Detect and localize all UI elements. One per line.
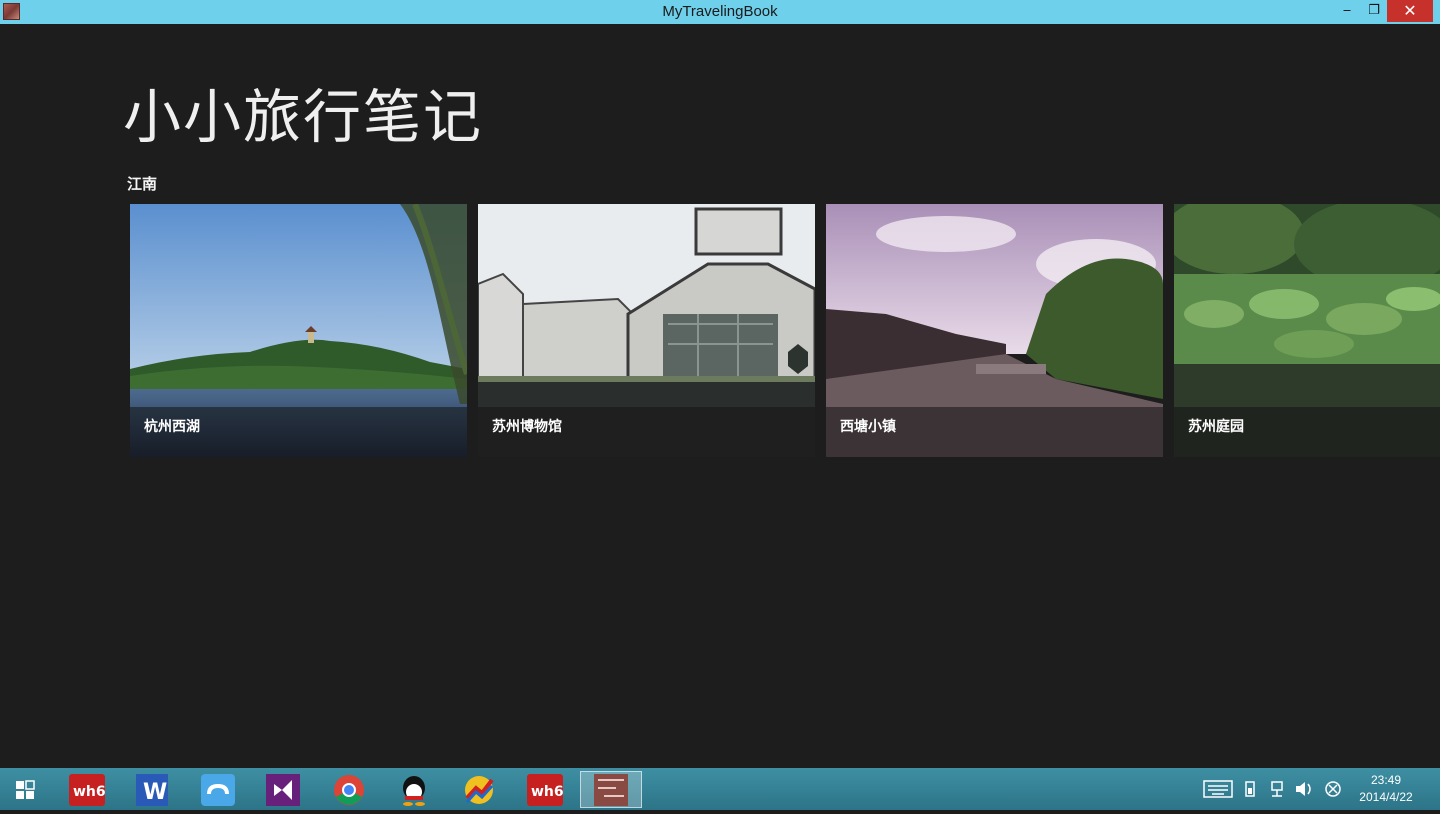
svg-text:wh6: wh6 [73,784,105,800]
battery-icon[interactable] [1245,781,1255,797]
my-traveling-book-icon [594,773,628,806]
minimize-button[interactable]: ‒ [1334,0,1360,22]
chrome-icon [334,774,364,805]
tile-caption: 苏州庭园 [1174,407,1440,457]
taskbar-app-word[interactable]: W [121,771,183,808]
tile-caption: 西塘小镇 [826,407,1163,457]
qq-icon [403,775,425,806]
action-center-icon[interactable] [1325,781,1341,797]
baidu-cloud-icon [201,773,235,806]
tile-item[interactable]: 杭州西湖 [130,204,467,457]
maximize-button[interactable]: ❐ [1361,0,1387,22]
taskbar: wh6 W wh6 23:49 2014/4/22 [0,768,1440,810]
tile-item[interactable]: 西塘小镇 [826,204,1163,457]
tray-icons [1203,780,1341,798]
taskbar-app-my-traveling-book[interactable] [580,771,642,808]
clock-date: 2014/4/22 [1359,790,1413,804]
taskbar-app-qq[interactable] [383,771,445,808]
tile-item[interactable]: 苏州庭园 [1174,204,1440,457]
close-button[interactable]: ✕ [1387,0,1433,22]
tile-title: 苏州博物馆 [492,419,562,435]
wh6-icon: wh6 [527,773,563,806]
tile-title: 西塘小镇 [840,419,896,435]
tile-item[interactable]: 苏州博物馆 [478,204,815,457]
start-icon [16,779,35,799]
tile-caption: 苏州博物馆 [478,407,815,457]
volume-icon[interactable] [1296,782,1311,796]
network-icon[interactable] [1271,781,1283,797]
svg-text:wh6: wh6 [531,784,563,800]
visual-studio-icon [266,773,300,806]
window-title: MyTravelingBook [662,3,778,20]
start-button[interactable] [5,771,45,808]
tile-caption: 杭州西湖 [130,407,467,457]
system-tray [1202,768,1342,810]
page-title: 小小旅行笔记 [123,83,484,151]
word-icon: W [136,773,168,806]
wh6-icon: wh6 [69,773,105,806]
svg-text:W: W [143,780,167,805]
taskbar-app-wh6-2[interactable]: wh6 [514,771,576,808]
taskbar-app-visual-studio[interactable] [252,771,314,808]
taskbar-app-wh6[interactable]: wh6 [56,771,118,808]
taskbar-app-stock[interactable] [448,771,510,808]
window-titlebar: MyTravelingBook ‒ ❐ ✕ [0,0,1440,24]
clock-time: 23:49 [1370,773,1402,787]
tile-title: 杭州西湖 [144,419,200,435]
tile-title: 苏州庭园 [1188,419,1244,435]
keyboard-icon[interactable] [1203,780,1233,798]
taskbar-app-chrome[interactable] [318,771,380,808]
tray-clock[interactable]: 23:49 2014/4/22 [1350,772,1422,806]
taskbar-app-baidu-cloud[interactable] [187,771,249,808]
stock-app-icon [465,775,494,804]
group-header[interactable]: 江南 [127,173,157,194]
